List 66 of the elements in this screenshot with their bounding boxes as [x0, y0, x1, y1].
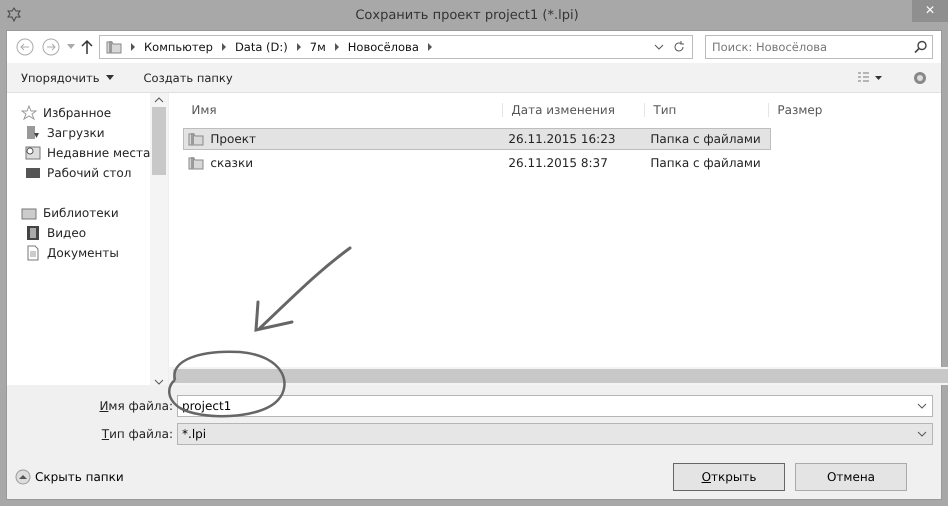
type-cell-text: Папка с файлами [649, 156, 762, 170]
sidebar-item[interactable]: Документы [21, 245, 150, 261]
date-cell-text: 26.11.2015 8:37 [507, 156, 609, 170]
sidebar-item[interactable]: Недавние места [21, 145, 150, 161]
folder-icon [188, 156, 204, 170]
view-options-icon[interactable] [857, 72, 883, 84]
search-icon [914, 40, 927, 54]
scrollbar-thumb[interactable] [152, 107, 166, 175]
file-name: Проект [210, 132, 256, 146]
column-header[interactable]: Дата изменения [503, 103, 646, 117]
window-title: Сохранить проект project1 (*.lpi) [354, 8, 580, 22]
address-bar[interactable]: Компьютер Data (D:) 7м Новосёлова [99, 35, 693, 59]
breadcrumb-arrow-icon [130, 43, 136, 51]
column-header[interactable]: Размер [769, 103, 948, 117]
sidebar-item[interactable]: Рабочий стол [21, 165, 150, 181]
app-logo-icon [6, 7, 22, 23]
chevron-down-icon[interactable] [654, 44, 664, 50]
sidebar-group[interactable]: Библиотеки [21, 205, 150, 221]
breadcrumb[interactable]: 7м [310, 40, 326, 54]
file-row[interactable]: сказки 26.11.2015 8:37 Папка с файлами [183, 152, 772, 174]
scroll-up-icon[interactable] [154, 97, 164, 103]
new-folder-button[interactable]: Создать папку [144, 70, 233, 84]
search-field[interactable]: Поиск: Новосёлова [705, 35, 933, 59]
sidebar-group[interactable]: Избранное [21, 105, 150, 121]
filename-field[interactable]: project1 [177, 395, 933, 417]
breadcrumb[interactable]: Data (D:) [234, 40, 288, 54]
sidebar-item[interactable]: Видео [21, 225, 150, 241]
chevron-down-icon[interactable] [917, 431, 927, 437]
folder-icon [188, 132, 204, 146]
type-cell-text: Папка с файлами [649, 132, 762, 146]
folder-download-icon [25, 125, 41, 141]
refresh-icon[interactable] [672, 40, 686, 54]
film-icon [25, 225, 41, 241]
breadcrumb-arrow-icon [334, 43, 340, 51]
date-cell-text: 26.11.2015 16:23 [507, 132, 616, 146]
collapse-icon [15, 469, 31, 485]
folder-icon [106, 40, 122, 54]
column-header[interactable]: Имя [183, 103, 504, 117]
organize-menu[interactable]: Упорядочить [21, 70, 114, 84]
breadcrumb[interactable]: Новосёлова [348, 40, 419, 54]
breadcrumb-arrow-icon [220, 43, 227, 51]
column-header[interactable]: Тип [645, 103, 770, 117]
monitor-icon [25, 165, 41, 181]
sidebar-item[interactable]: Загрузки [21, 125, 150, 141]
breadcrumb[interactable]: Компьютер [144, 40, 213, 54]
file-name: сказки [210, 156, 253, 170]
field-label: Тип файла: [100, 427, 173, 441]
dialog-button[interactable]: Открыть [673, 463, 785, 491]
hide-folders-button[interactable]: Скрыть папки [15, 469, 124, 485]
field-label: Имя файла: [98, 399, 173, 413]
document-icon [25, 245, 41, 261]
horizontal-scrollbar[interactable] [169, 367, 948, 385]
file-row[interactable]: Проект 26.11.2015 16:23 Папка с файлами [183, 128, 772, 150]
dialog-button[interactable]: Отмена [795, 463, 907, 491]
scroll-down-icon[interactable] [154, 379, 164, 385]
vertical-scrollbar[interactable] [150, 93, 168, 385]
up-button[interactable] [81, 39, 93, 55]
breadcrumb-arrow-icon [426, 43, 433, 51]
filetype-dropdown[interactable]: *.lpi [177, 423, 933, 445]
chevron-down-icon[interactable] [917, 403, 927, 409]
help-icon[interactable] [913, 70, 927, 84]
star-icon [21, 105, 37, 121]
breadcrumb-arrow-icon [296, 43, 302, 51]
caret-icon [106, 75, 114, 80]
recent-places-icon [25, 145, 41, 161]
scrollbar-thumb[interactable] [173, 369, 948, 383]
